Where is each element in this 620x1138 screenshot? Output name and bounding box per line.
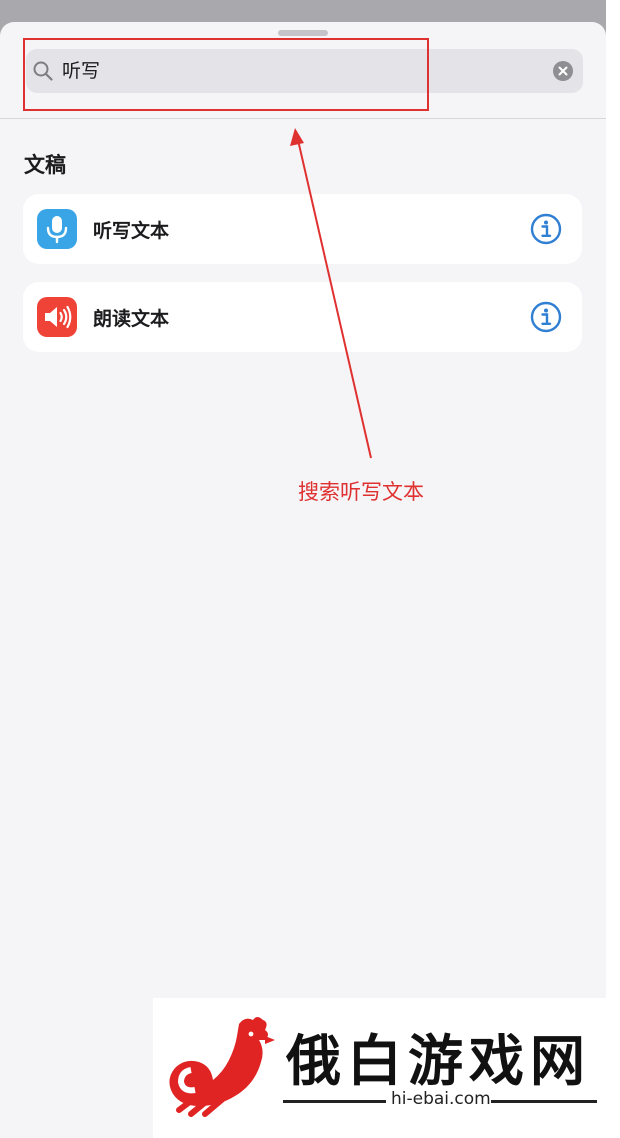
watermark-rule-left — [283, 1100, 386, 1103]
action-row-dictate-text[interactable]: 听写文本 — [23, 194, 582, 264]
watermark-url: hi-ebai.com — [391, 1089, 491, 1109]
clear-x-icon — [558, 66, 568, 76]
annotation-label: 搜索听写文本 — [298, 480, 424, 504]
action-label: 朗读文本 — [93, 308, 170, 330]
annotation-highlight-box — [23, 38, 429, 111]
watermark-rule-right — [491, 1100, 597, 1103]
sheet-grabber[interactable] — [278, 30, 328, 36]
speaker-icon — [37, 297, 77, 337]
info-circle-icon[interactable] — [530, 301, 562, 333]
action-search-sheet: 听写 文稿 听写文本 朗读文本 — [0, 22, 606, 1138]
microphone-icon — [37, 209, 77, 249]
clear-search-button[interactable] — [553, 61, 573, 81]
action-label: 听写文本 — [93, 220, 170, 242]
action-row-speak-text[interactable]: 朗读文本 — [23, 282, 582, 352]
rooster-logo-icon — [169, 1017, 275, 1117]
info-circle-icon[interactable] — [530, 213, 562, 245]
watermark-title: 俄白游戏网 — [286, 1028, 592, 1093]
section-title: 文稿 — [24, 153, 66, 177]
watermark: 俄白游戏网 hi-ebai.com — [153, 998, 620, 1138]
search-divider — [0, 118, 606, 119]
